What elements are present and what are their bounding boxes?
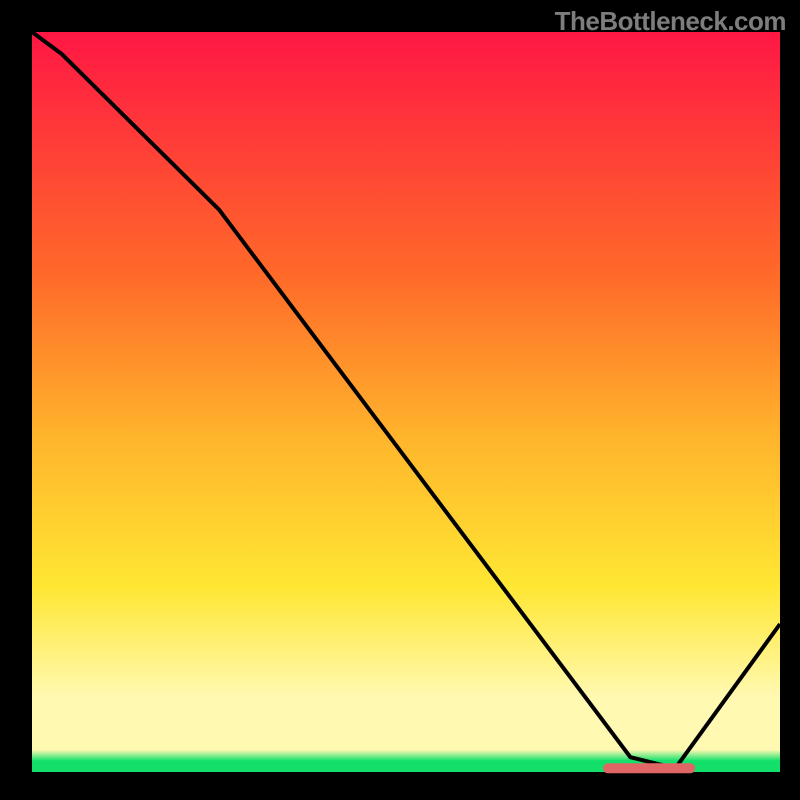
plot-area	[32, 32, 780, 772]
watermark-text: TheBottleneck.com	[555, 6, 786, 37]
chart-svg	[0, 0, 800, 800]
chart-container: TheBottleneck.com	[0, 0, 800, 800]
